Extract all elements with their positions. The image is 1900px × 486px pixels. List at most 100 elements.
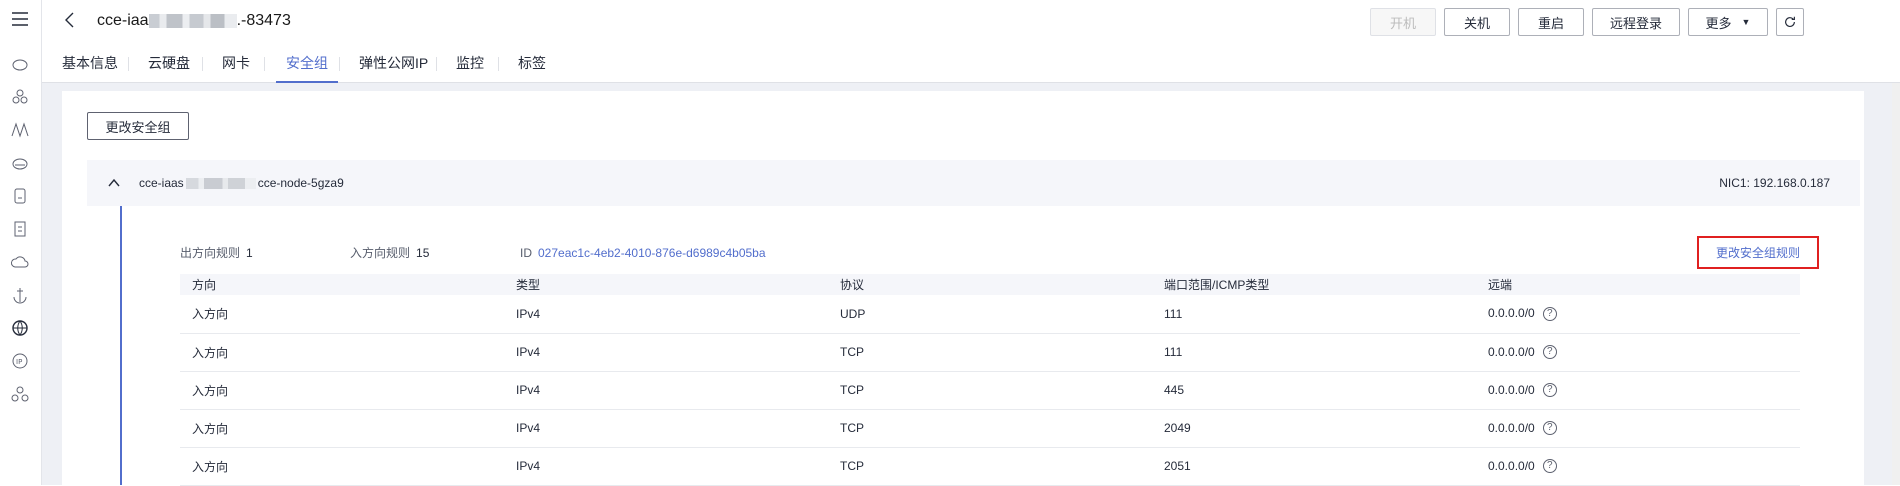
cell-protocol: TCP xyxy=(828,333,1152,372)
change-security-group-button[interactable]: 更改安全组 xyxy=(87,112,189,140)
remote-value: 0.0.0.0/0 xyxy=(1488,344,1535,359)
tab-security-group[interactable]: 安全组 xyxy=(276,50,338,83)
security-group-id: ID 027eac1c-4eb2-4010-876e-d6989c4b05ba xyxy=(520,246,766,260)
globe-icon[interactable] xyxy=(9,317,31,339)
back-arrow-icon[interactable] xyxy=(60,10,80,30)
scrollbar[interactable] xyxy=(1892,83,1900,485)
cell-protocol: UDP xyxy=(828,295,1152,334)
help-icon[interactable]: ? xyxy=(1542,421,1557,436)
security-group-panel-body: 出方向规则 1 入方向规则 15 ID 027eac1c-4eb2-4010-876e… xyxy=(120,206,1860,486)
tab-basic-info[interactable]: 基本信息 xyxy=(62,50,118,83)
rules-table: 方向 类型 协议 端口范围/ICMP类型 远端 入方向 IPv4 UDP 111… xyxy=(180,274,1800,486)
storage-icon[interactable] xyxy=(9,185,31,207)
cell-protocol: TCP xyxy=(828,447,1152,486)
tab-nic[interactable]: 网卡 xyxy=(222,50,250,83)
anchor-icon[interactable] xyxy=(9,284,31,306)
tab-tags[interactable]: 标签 xyxy=(518,50,546,83)
redacted-block xyxy=(148,13,237,28)
document-icon[interactable] xyxy=(9,218,31,240)
cell-protocol: TCP xyxy=(828,409,1152,448)
tab-cloud-disk[interactable]: 云硬盘 xyxy=(148,50,190,83)
table-header-row: 方向 类型 协议 端口范围/ICMP类型 远端 xyxy=(180,274,1800,295)
tab-monitoring[interactable]: 监控 xyxy=(456,50,484,83)
cloud-server-icon[interactable] xyxy=(9,53,31,75)
tab-divider xyxy=(128,57,129,71)
more-label: 更多 xyxy=(1705,15,1732,31)
change-security-group-rules-link[interactable]: 更改安全组规则 xyxy=(1697,236,1819,269)
svg-text:IP: IP xyxy=(16,358,22,366)
caret-down-icon: ▼ xyxy=(1741,17,1751,27)
sg-name-prefix: cce-iaas xyxy=(139,176,184,190)
cluster-icon[interactable] xyxy=(9,86,31,108)
cell-remote: 0.0.0.0/0? xyxy=(1476,295,1800,334)
resources-icon[interactable] xyxy=(9,383,31,405)
inbound-count: 15 xyxy=(416,246,430,260)
outbound-count: 1 xyxy=(246,246,253,260)
remote-value: 0.0.0.0/0 xyxy=(1488,458,1535,473)
network-icon[interactable] xyxy=(9,119,31,141)
id-value-link[interactable]: 027eac1c-4eb2-4010-876e-d6989c4b05ba xyxy=(538,246,766,260)
title-suffix: .-83473 xyxy=(236,12,291,29)
column-header: 协议 xyxy=(828,274,1152,295)
cell-remote: 0.0.0.0/0? xyxy=(1476,371,1800,410)
help-icon[interactable]: ? xyxy=(1542,345,1557,360)
refresh-icon xyxy=(1785,16,1795,27)
cell-direction: 入方向 xyxy=(180,447,504,486)
remote-login-button[interactable]: 远程登录 xyxy=(1592,8,1680,36)
cell-remote: 0.0.0.0/0? xyxy=(1476,333,1800,372)
remote-value: 0.0.0.0/0 xyxy=(1488,420,1535,435)
nic-address: NIC1: 192.168.0.187 xyxy=(1719,176,1830,190)
table-row: 入方向 IPv4 TCP 111 0.0.0.0/0? xyxy=(180,333,1800,372)
tab-divider xyxy=(436,57,437,71)
column-header: 方向 xyxy=(180,274,504,295)
chevron-up-icon[interactable] xyxy=(107,176,121,190)
cell-type: IPv4 xyxy=(504,409,828,448)
page-title: cce-iaa .-83473 xyxy=(97,10,291,32)
cell-port: 2051 xyxy=(1152,447,1476,486)
cell-type: IPv4 xyxy=(504,295,828,334)
security-group-name: cce-iaas cce-node-5gza9 xyxy=(139,176,344,190)
tab-divider xyxy=(264,57,265,71)
outbound-label: 出方向规则 xyxy=(180,246,241,260)
cloud-disk-icon[interactable] xyxy=(9,152,31,174)
cell-direction: 入方向 xyxy=(180,409,504,448)
column-header: 远端 xyxy=(1476,274,1800,295)
more-dropdown[interactable]: 更多 ▼ xyxy=(1688,8,1768,36)
page-header: cce-iaa .-83473 开机 关机 重启 远程登录 更多 ▼ 基本信息 云… xyxy=(42,0,1900,83)
refresh-button[interactable] xyxy=(1776,8,1804,36)
security-group-panel-header[interactable]: cce-iaas cce-node-5gza9 NIC1: 192.168.0.1… xyxy=(87,160,1860,206)
cell-type: IPv4 xyxy=(504,333,828,372)
start-button[interactable]: 开机 xyxy=(1370,8,1436,36)
tab-eip[interactable]: 弹性公网IP xyxy=(359,50,428,83)
outbound-rules: 出方向规则 1 xyxy=(180,246,253,260)
table-row: 入方向 IPv4 TCP 2051 0.0.0.0/0? xyxy=(180,447,1800,486)
cell-remote: 0.0.0.0/0? xyxy=(1476,409,1800,448)
remote-value: 0.0.0.0/0 xyxy=(1488,382,1535,397)
inbound-rules: 入方向规则 15 xyxy=(350,246,429,260)
restart-button[interactable]: 重启 xyxy=(1518,8,1584,36)
table-row: 入方向 IPv4 UDP 111 0.0.0.0/0? xyxy=(180,295,1800,334)
tab-divider xyxy=(498,57,499,71)
sg-name-suffix: cce-node-5gza9 xyxy=(257,176,344,190)
help-icon[interactable]: ? xyxy=(1542,307,1557,322)
cell-port: 445 xyxy=(1152,371,1476,410)
ip-icon[interactable]: IP xyxy=(9,350,31,372)
table-row: 入方向 IPv4 TCP 445 0.0.0.0/0? xyxy=(180,371,1800,410)
inbound-label: 入方向规则 xyxy=(350,246,411,260)
cell-port: 111 xyxy=(1152,295,1476,334)
help-icon[interactable]: ? xyxy=(1542,383,1557,398)
remote-value: 0.0.0.0/0 xyxy=(1488,306,1535,321)
redacted-block xyxy=(185,178,256,190)
menu-icon[interactable] xyxy=(9,8,31,30)
cell-type: IPv4 xyxy=(504,371,828,410)
cell-type: IPv4 xyxy=(504,447,828,486)
table-row: 入方向 IPv4 TCP 2049 0.0.0.0/0? xyxy=(180,409,1800,448)
id-label: ID xyxy=(520,246,532,260)
cell-remote: 0.0.0.0/0? xyxy=(1476,447,1800,486)
help-icon[interactable]: ? xyxy=(1542,459,1557,474)
title-prefix: cce-iaa xyxy=(97,12,149,29)
cell-direction: 入方向 xyxy=(180,333,504,372)
cell-port: 111 xyxy=(1152,333,1476,372)
cloud-icon[interactable] xyxy=(9,251,31,273)
shutdown-button[interactable]: 关机 xyxy=(1444,8,1510,36)
